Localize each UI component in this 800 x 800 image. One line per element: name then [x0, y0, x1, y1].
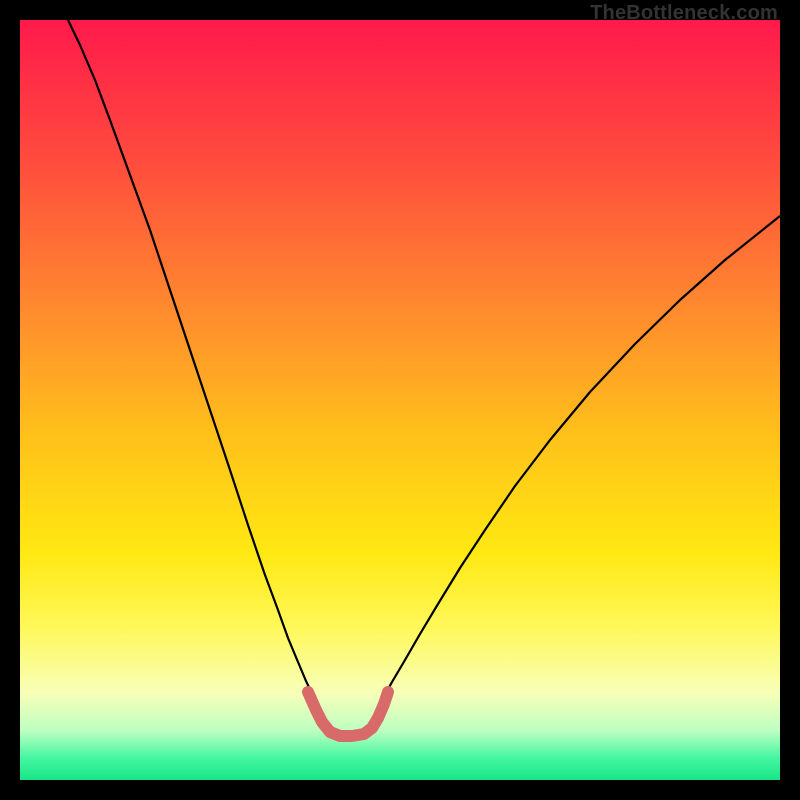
series-right-curve	[382, 216, 780, 700]
watermark-text: TheBottleneck.com	[590, 2, 778, 25]
series-left-curve	[68, 20, 314, 698]
chart-frame: TheBottleneck.com	[0, 0, 800, 800]
series-valley-highlight	[308, 692, 388, 736]
chart-curves	[20, 20, 780, 780]
